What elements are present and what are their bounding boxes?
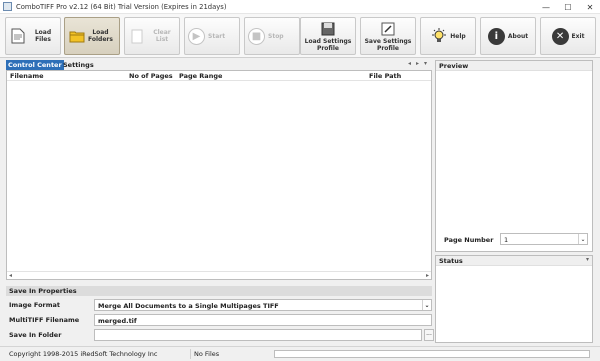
save-disk-icon bbox=[320, 20, 337, 37]
column-page-range[interactable]: Page Range bbox=[179, 72, 222, 80]
load-folders-button[interactable]: Load Folders bbox=[64, 17, 120, 55]
properties-title: Save In Properties bbox=[6, 286, 432, 296]
tab-menu-arrow[interactable]: ▾ bbox=[424, 60, 427, 67]
column-no-of-pages[interactable]: No of Pages bbox=[129, 72, 173, 80]
load-files-button[interactable]: Load Files bbox=[5, 17, 61, 55]
info-icon: i bbox=[487, 27, 505, 45]
clear-list-button[interactable]: Clear List bbox=[124, 17, 180, 55]
chevron-down-icon[interactable]: ⌄ bbox=[422, 300, 431, 310]
save-folder-row: Save In Folder ... bbox=[6, 329, 434, 341]
file-list-grid[interactable]: Filename No of Pages Page Range File Pat… bbox=[6, 70, 432, 280]
status-menu-icon[interactable]: ▾ bbox=[586, 256, 589, 263]
save-settings-profile-button[interactable]: Save Settings Profile bbox=[360, 17, 416, 55]
multitiff-label: MultiTIFF Filename bbox=[9, 316, 80, 324]
clear-list-icon bbox=[128, 28, 145, 45]
page-number-select[interactable]: 1 ⌄ bbox=[500, 233, 588, 245]
save-folder-input[interactable] bbox=[94, 329, 422, 341]
save-folder-label: Save In Folder bbox=[9, 331, 62, 339]
about-button[interactable]: i About bbox=[480, 17, 536, 55]
window-title: ComboTIFF Pro v2.12 (64 Bit) Trial Versi… bbox=[16, 3, 227, 11]
close-circle-icon: ✕ bbox=[551, 27, 569, 45]
toolbar: Load Files Load Folders Clear List ▶ Star… bbox=[0, 14, 600, 58]
chevron-down-icon[interactable]: ⌄ bbox=[578, 234, 587, 244]
column-file-path[interactable]: File Path bbox=[369, 72, 401, 80]
multitiff-filename-input[interactable]: merged.tif bbox=[94, 314, 432, 326]
status-title: Status bbox=[436, 256, 592, 266]
exit-button[interactable]: ✕ Exit bbox=[540, 17, 596, 55]
preview-area bbox=[436, 71, 592, 229]
tab-control-center[interactable]: Control Center bbox=[6, 60, 64, 70]
tab-next-arrow[interactable]: ▸ bbox=[416, 60, 419, 67]
progress-bar bbox=[274, 350, 590, 358]
preview-title: Preview bbox=[436, 61, 592, 71]
load-settings-profile-button[interactable]: Load Settings Profile bbox=[300, 17, 356, 55]
help-button[interactable]: Help bbox=[420, 17, 476, 55]
tab-prev-arrow[interactable]: ◂ bbox=[408, 60, 411, 67]
multitiff-row: MultiTIFF Filename merged.tif bbox=[6, 314, 432, 326]
page-number-label: Page Number bbox=[444, 236, 494, 244]
document-icon bbox=[9, 28, 26, 45]
minimize-button[interactable]: — bbox=[536, 0, 556, 14]
app-icon bbox=[3, 2, 12, 11]
tab-settings[interactable]: Settings bbox=[61, 60, 96, 70]
play-icon: ▶ bbox=[188, 27, 205, 45]
stop-button[interactable]: ■ Stop bbox=[244, 17, 300, 55]
preview-pane: Preview Page Number 1 ⌄ bbox=[435, 60, 593, 252]
column-filename[interactable]: Filename bbox=[10, 72, 44, 80]
start-button[interactable]: ▶ Start bbox=[184, 17, 240, 55]
grid-header: Filename No of Pages Page Range File Pat… bbox=[7, 71, 431, 81]
save-in-properties: Save In Properties Image Format Merge Al… bbox=[6, 286, 434, 343]
image-format-row: Image Format Merge All Documents to a Si… bbox=[6, 299, 432, 311]
scroll-left-icon[interactable]: ◂ bbox=[9, 272, 12, 279]
status-pane: Status ▾ bbox=[435, 255, 593, 343]
lightbulb-icon bbox=[430, 28, 447, 45]
stop-icon: ■ bbox=[248, 27, 265, 45]
title-bar: ComboTIFF Pro v2.12 (64 Bit) Trial Versi… bbox=[0, 0, 600, 14]
scroll-right-icon[interactable]: ▸ bbox=[426, 272, 429, 279]
file-count-text: No Files bbox=[190, 349, 270, 359]
status-bar: Copyright 1998-2015 iRedSoft Technology … bbox=[0, 346, 600, 361]
copyright-text: Copyright 1998-2015 iRedSoft Technology … bbox=[9, 350, 158, 358]
image-format-select[interactable]: Merge All Documents to a Single Multipag… bbox=[94, 299, 432, 311]
profile-edit-icon bbox=[380, 20, 397, 37]
close-window-button[interactable]: ✕ bbox=[580, 0, 600, 14]
folder-icon bbox=[68, 28, 85, 45]
maximize-button[interactable]: ☐ bbox=[558, 0, 578, 14]
image-format-label: Image Format bbox=[9, 301, 61, 309]
tab-strip: Control Center Settings ◂ ▸ ▾ bbox=[6, 60, 432, 70]
browse-folder-button[interactable]: ... bbox=[424, 329, 434, 341]
horizontal-scrollbar[interactable]: ◂ ▸ bbox=[7, 271, 431, 279]
